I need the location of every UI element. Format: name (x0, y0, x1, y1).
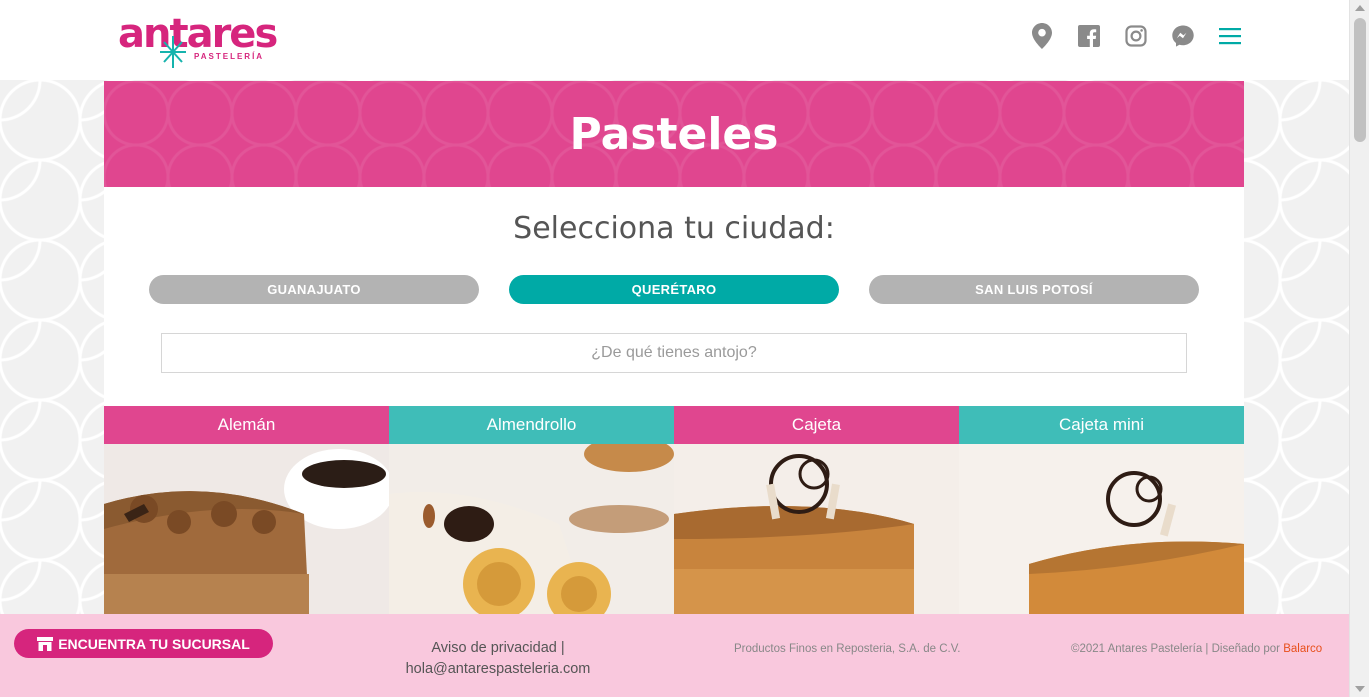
site-header: antares PASTELERÍA (0, 0, 1349, 80)
site-footer: ENCUENTRA TU SUCURSAL Aviso de privacida… (0, 614, 1349, 697)
scroll-down-arrow[interactable] (1355, 686, 1365, 692)
search-input[interactable]: ¿De qué tienes antojo? (161, 333, 1187, 373)
product-grid: Alemán Almendrollo Cajeta Cajeta mini (104, 406, 1244, 614)
page-title: Pasteles (569, 108, 779, 160)
product-title: Almendrollo (389, 406, 674, 444)
product-title: Alemán (104, 406, 389, 444)
scrollbar[interactable] (1349, 0, 1369, 697)
location-icon[interactable] (1028, 22, 1056, 50)
instagram-icon[interactable] (1122, 22, 1150, 50)
store-icon (37, 636, 54, 651)
city-button-queretaro[interactable]: QUERÉTARO (509, 275, 839, 304)
product-card-almendrollo[interactable]: Almendrollo (389, 406, 674, 614)
city-button-san-luis-potosi[interactable]: SAN LUIS POTOSÍ (869, 275, 1199, 304)
facebook-icon[interactable] (1075, 22, 1103, 50)
product-image-cajeta (674, 444, 959, 614)
product-image-cajeta-mini (959, 444, 1244, 614)
find-branch-label: ENCUENTRA TU SUCURSAL (58, 635, 250, 652)
product-image-almendrollo (389, 444, 674, 614)
product-image-aleman (104, 444, 389, 614)
main-content: Pasteles Selecciona tu ciudad: GUANAJUAT… (104, 81, 1244, 614)
product-title: Cajeta (674, 406, 959, 444)
find-branch-button[interactable]: ENCUENTRA TU SUCURSAL (14, 629, 273, 658)
designer-link[interactable]: Balarco (1283, 643, 1322, 655)
scroll-up-arrow[interactable] (1355, 5, 1365, 11)
antares-logo[interactable]: antares PASTELERÍA (118, 14, 293, 72)
product-card-cajeta-mini[interactable]: Cajeta mini (959, 406, 1244, 614)
legal-info: Aviso de privacidad | hola@antarespastel… (380, 638, 616, 680)
logo-wordmark: antares (118, 11, 278, 57)
hero-banner: Pasteles (104, 81, 1244, 187)
city-prompt: Selecciona tu ciudad: (513, 211, 835, 246)
scrollbar-thumb[interactable] (1354, 18, 1366, 142)
company-name: Productos Finos en Reposteria, S.A. de C… (734, 643, 961, 655)
header-icons (1028, 22, 1244, 50)
menu-icon[interactable] (1216, 22, 1244, 50)
product-title: Cajeta mini (959, 406, 1244, 444)
messenger-icon[interactable] (1169, 22, 1197, 50)
product-card-cajeta[interactable]: Cajeta (674, 406, 959, 614)
star-icon (160, 36, 186, 68)
logo-subtitle: PASTELERÍA (194, 52, 265, 61)
product-card-aleman[interactable]: Alemán (104, 406, 389, 614)
email-link[interactable]: hola@antarespasteleria.com (380, 659, 616, 680)
copyright: ©2021 Antares Pastelería | Diseñado por … (1071, 643, 1322, 655)
copyright-text: ©2021 Antares Pastelería | Diseñado por (1071, 643, 1284, 655)
city-selector: GUANAJUATO QUERÉTARO SAN LUIS POTOSÍ (149, 275, 1199, 304)
city-button-guanajuato[interactable]: GUANAJUATO (149, 275, 479, 304)
privacy-link[interactable]: Aviso de privacidad | (380, 638, 616, 659)
